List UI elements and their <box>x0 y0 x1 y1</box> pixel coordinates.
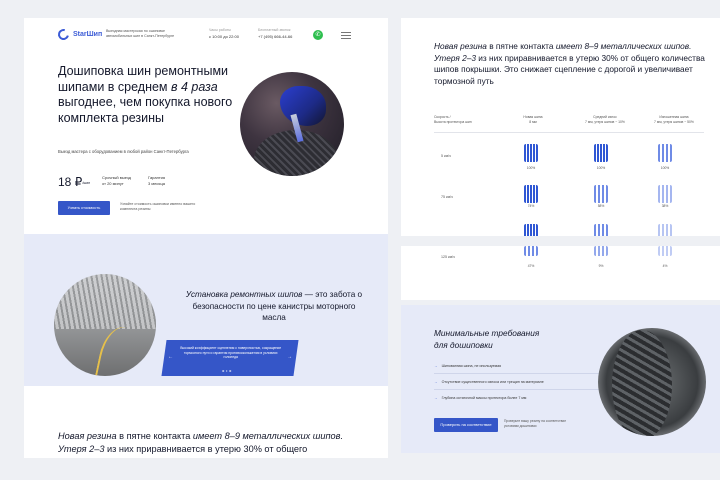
cell-value: 38% <box>661 204 669 208</box>
hero-title: Дошиповка шин ремонтными шипами в средне… <box>58 64 233 125</box>
new-tire-text: Новая резина в пятне контакта имеет 8–9 … <box>58 431 344 454</box>
phone-label: Бесплатный звонок <box>258 28 291 32</box>
row-label: 125 км/ч <box>441 255 455 259</box>
tread-icon <box>594 224 608 236</box>
tread-icon <box>594 246 608 256</box>
requirement-item: → Отсутствие существенного износа или тре… <box>434 380 544 384</box>
glove-shape <box>280 86 326 126</box>
safety-title: Установка ремонтных шипов — это забота о… <box>185 290 363 322</box>
get-price-note: Узнайте стоимость ошиповки именно вашего… <box>120 202 196 211</box>
slider-prev-icon[interactable]: ← <box>168 354 173 360</box>
cell-value: 100% <box>596 166 606 170</box>
col-header-worn: Изношенная шина 7 мм, утеря шипов ~ 50% <box>654 115 694 124</box>
arrow-right-icon: → <box>434 364 438 368</box>
tread-icon <box>594 144 608 162</box>
tread-icon <box>658 185 672 203</box>
cell-value: 100% <box>660 166 670 170</box>
table-divider <box>434 132 704 133</box>
slide-text: Высокий коэффициент сцепления с поверхно… <box>180 346 282 360</box>
arrow-right-icon: → <box>434 396 438 400</box>
tread-icon <box>524 144 538 162</box>
logo-text: StarШип <box>73 31 103 38</box>
road-lane-shape <box>94 323 140 376</box>
cell-value: 4% <box>662 264 668 268</box>
divider <box>434 389 604 390</box>
winter-road-photo <box>54 274 156 376</box>
check-note: Проверьте вашу резину на соответствие ус… <box>504 419 567 428</box>
check-compliance-button[interactable]: Проверить на соответствие <box>434 418 498 432</box>
requirements-title: Минимальные требования для дошиповки <box>434 328 540 350</box>
requirement-item: → Шипованная шина, не ипользуемая <box>434 364 502 368</box>
studded-tire-photo <box>598 328 706 436</box>
tread-icon <box>594 185 608 203</box>
get-price-button[interactable]: Узнать стоимость <box>58 201 110 215</box>
tread-icon <box>524 246 538 256</box>
cell-value: 100% <box>526 166 536 170</box>
hero-photo-tire-studding <box>240 72 344 176</box>
arrow-right-icon: → <box>434 380 438 384</box>
slider-dots[interactable] <box>222 370 231 372</box>
tread-icon <box>658 144 672 162</box>
cell-value: 74% <box>527 204 535 208</box>
stud-loss-text: Новая резина в пятне контакта имеет 8–9 … <box>434 41 705 86</box>
row-label: 5 км/ч <box>441 154 451 158</box>
whatsapp-icon[interactable]: ✆ <box>313 30 323 40</box>
requirement-item: → Глубина остаточной массы протектора бол… <box>434 396 527 400</box>
header-description: Выездная мастерская по ошиповке автомоби… <box>106 29 175 38</box>
tread-icon <box>658 246 672 256</box>
tread-icon <box>524 224 538 236</box>
col-header-medium: Средний износ 7 мм, утеря шипов ~ 10% <box>585 115 625 124</box>
tread-icon <box>658 224 672 236</box>
hero-subtitle: Выезд мастера с оборудованием в любой ра… <box>58 149 189 154</box>
cell-value: 58% <box>597 204 605 208</box>
price: 18 ₽/шип <box>58 175 91 189</box>
hamburger-menu-icon[interactable] <box>341 32 351 41</box>
traction-table-continued: 125 км/ч 47% 9% 4% <box>401 246 720 300</box>
benefit-slider: ← Высокий коэффициент сцепления с поверх… <box>161 340 299 376</box>
col-header-speed: Скорость / Высота протектора шин <box>434 115 472 124</box>
cell-value: 9% <box>598 264 604 268</box>
feature-warranty: Гарантия 3 месяца <box>148 175 166 186</box>
safety-section: Установка ремонтных шипов — это забота о… <box>24 234 388 386</box>
hours-label: Часы работы <box>209 28 231 32</box>
traction-table-panel: Новая резина в пятне контакта имеет 8–9 … <box>401 18 720 236</box>
row-label: 75 км/ч <box>441 195 453 199</box>
phone-link[interactable]: +7 (495) 666-44-66 <box>258 34 292 39</box>
site-header: StarШип Выездная мастерская по ошиповке … <box>24 18 388 54</box>
tire-tread-shape <box>612 330 672 436</box>
requirements-panel: Минимальные требования для дошиповки → Шип… <box>401 305 720 453</box>
cell-value: 47% <box>527 264 535 268</box>
slider-next-icon[interactable]: → <box>287 354 292 360</box>
col-header-new: Новая шина 8 мм <box>523 115 543 124</box>
feature-urgent: Срочный выезд от 20 минут <box>102 175 131 186</box>
divider <box>434 373 604 374</box>
landing-panel-left: StarШип Выездная мастерская по ошиповке … <box>24 18 388 458</box>
trees-shape <box>54 274 156 329</box>
logo[interactable]: StarШип <box>55 26 103 43</box>
tread-icon <box>524 185 538 203</box>
hours-value: с 10:00 до 22:00 <box>209 34 239 39</box>
logo-icon <box>55 26 72 43</box>
